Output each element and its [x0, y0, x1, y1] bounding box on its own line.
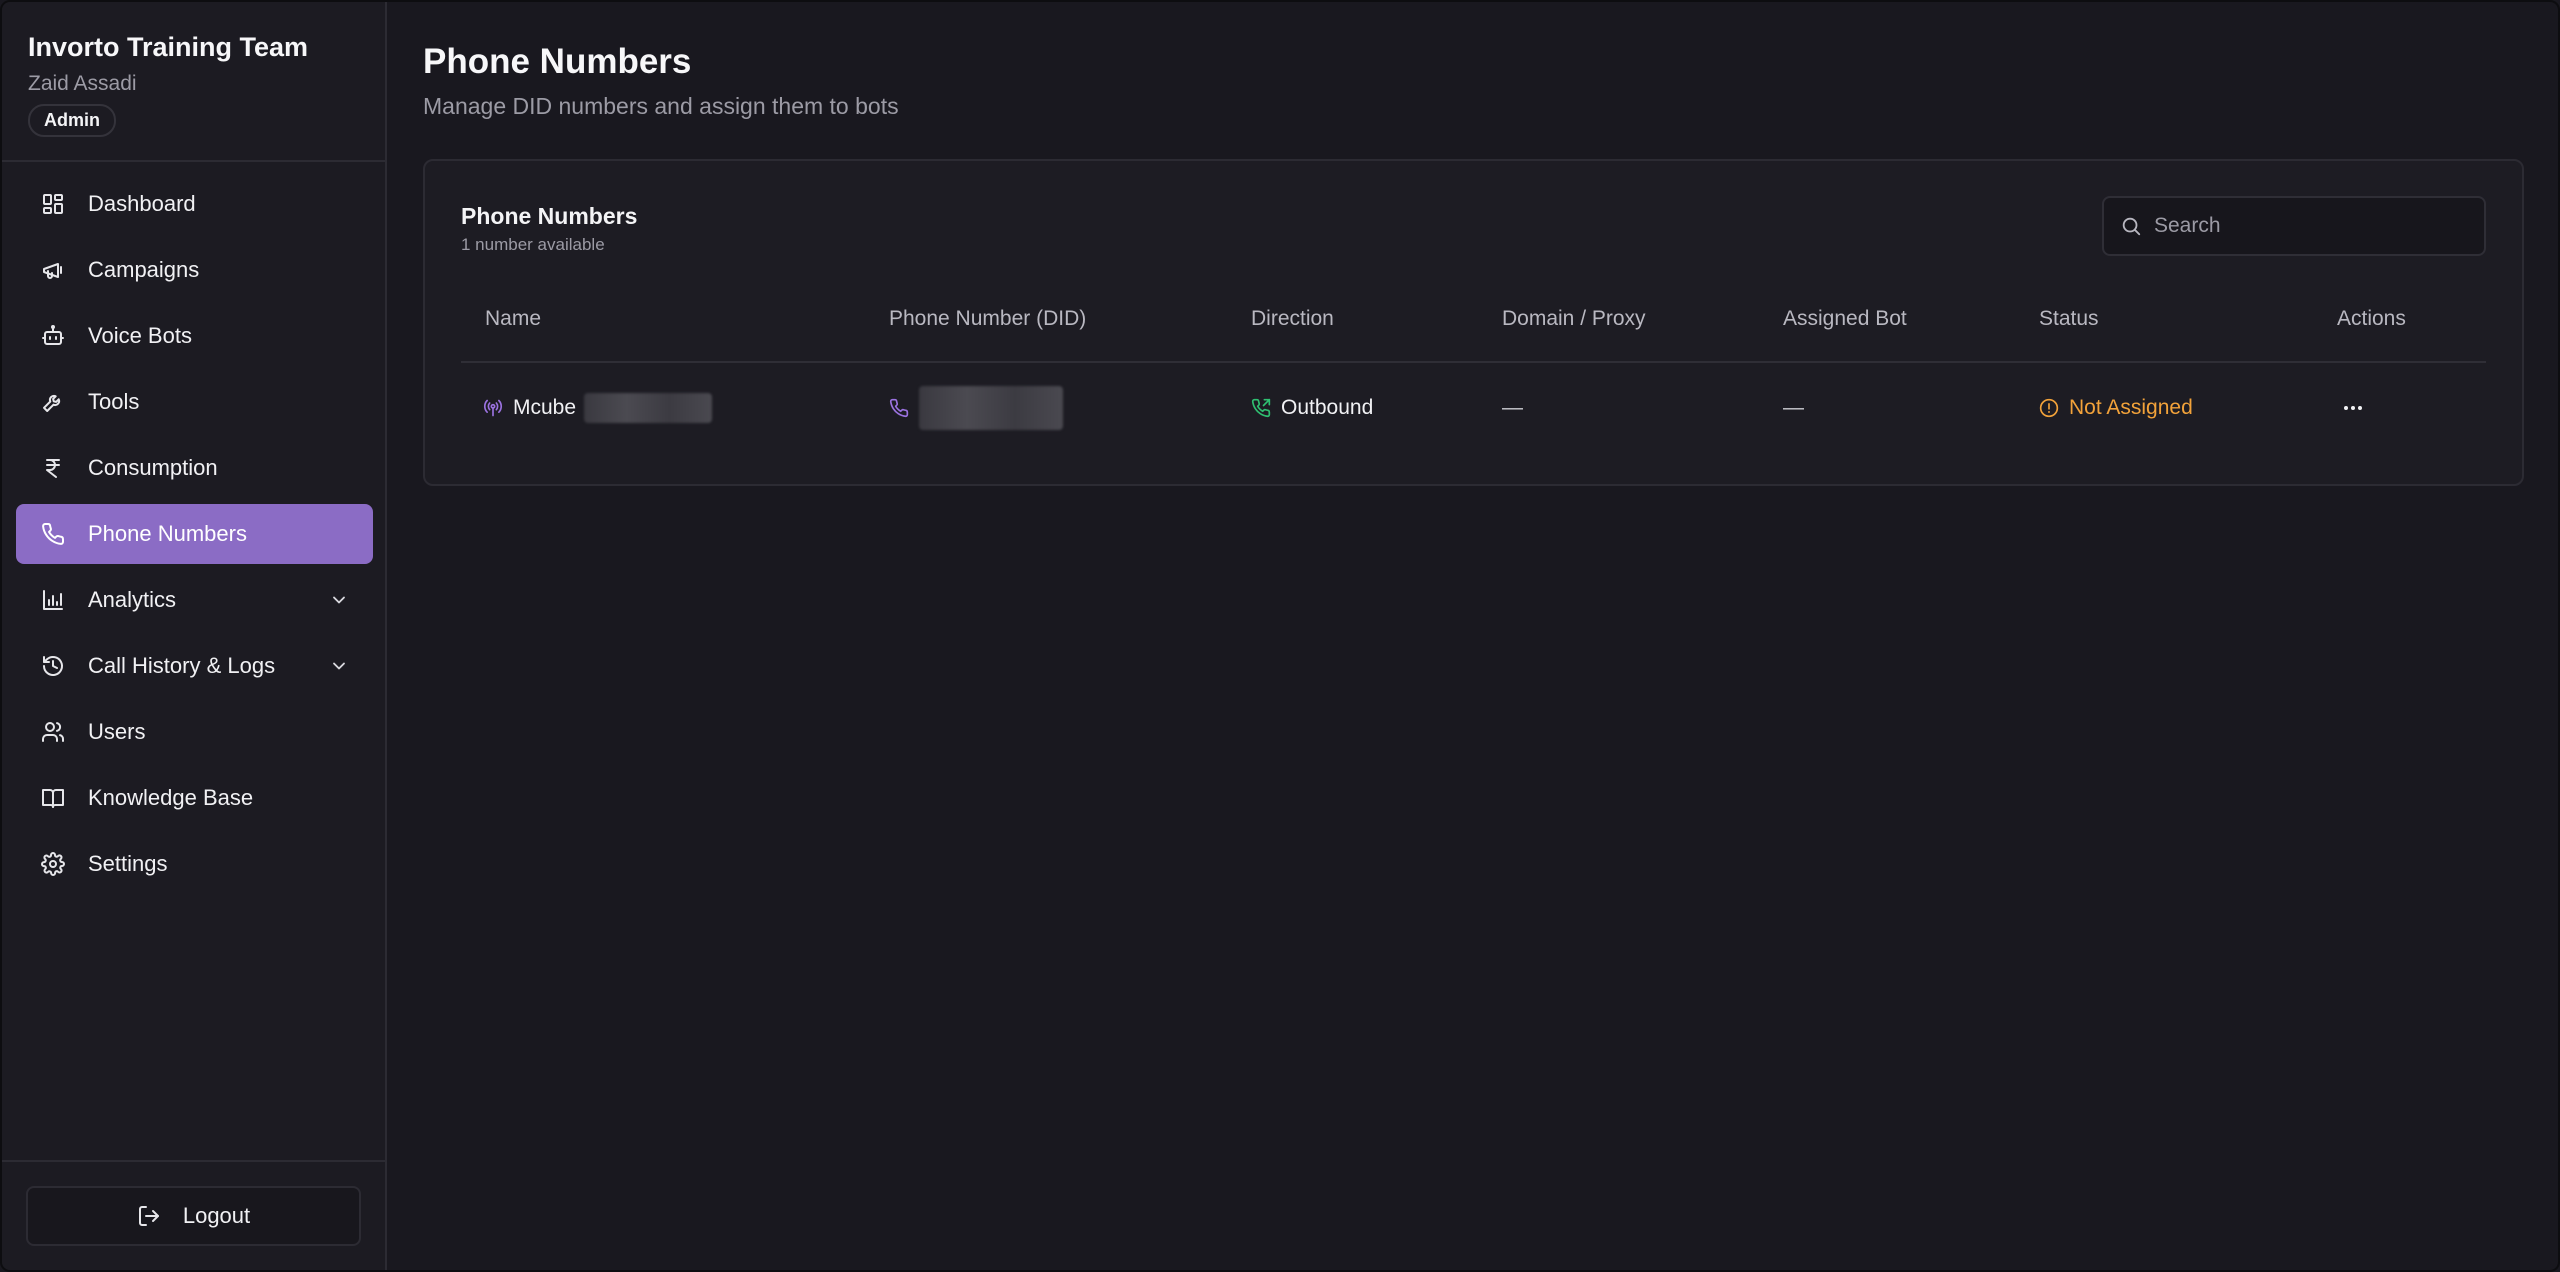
sidebar-item-label: Users [88, 719, 146, 744]
row-actions-button[interactable] [2341, 383, 2365, 433]
page-title: Phone Numbers [423, 42, 692, 81]
sidebar-item-knowledge-base[interactable]: Knowledge Base [16, 768, 373, 828]
sidebar-item-label: Voice Bots [88, 323, 192, 348]
sidebar-item-phone-numbers[interactable]: Phone Numbers [16, 504, 373, 564]
sidebar-item-label: Campaigns [88, 257, 200, 282]
app-window: Invorto Training Team Zaid Assadi Admin … [0, 0, 2560, 1272]
team-header: Invorto Training Team Zaid Assadi Admin [2, 2, 385, 162]
book-icon [40, 785, 66, 811]
column-header-status[interactable]: Status [2039, 303, 2099, 335]
column-header-assigned-bot[interactable]: Assigned Bot [1783, 303, 1907, 335]
card-subtitle: 1 number available [461, 235, 605, 254]
status-badge: Not Assigned [2069, 396, 2193, 419]
phone-numbers-card: Phone Numbers 1 number available Name Ph… [423, 159, 2524, 486]
sidebar-item-dashboard[interactable]: Dashboard [16, 174, 373, 234]
sidebar-item-label: Knowledge Base [88, 785, 254, 810]
cell-phone [889, 383, 1063, 433]
team-name: Invorto Training Team [28, 32, 309, 62]
column-header-domain[interactable]: Domain / Proxy [1502, 303, 1646, 335]
chevron-down-icon[interactable] [329, 590, 349, 610]
page-subtitle: Manage DID numbers and assign them to bo… [423, 93, 899, 119]
bot-icon [40, 323, 66, 349]
main-content: Phone Numbers Manage DID numbers and ass… [423, 2, 2558, 1270]
redacted-name [584, 393, 713, 423]
column-header-phone[interactable]: Phone Number (DID) [889, 303, 1086, 335]
column-header-actions: Actions [2337, 307, 2406, 330]
megaphone-icon [40, 257, 66, 283]
search-box [2102, 196, 2486, 256]
phone-icon [40, 521, 66, 547]
sidebar-item-users[interactable]: Users [16, 702, 373, 762]
sidebar-item-settings[interactable]: Settings [16, 834, 373, 894]
alert-circle-icon [2039, 398, 2059, 418]
table-header: Name Phone Number (DID) Direction Domain… [461, 303, 2486, 363]
sidebar-nav: Dashboard Campaigns Voice Bots Tools Con… [2, 162, 385, 894]
search-icon [2122, 217, 2141, 236]
logout-label: Logout [182, 1203, 251, 1228]
sidebar-item-campaigns[interactable]: Campaigns [16, 240, 373, 300]
card-title: Phone Numbers [461, 203, 638, 229]
rupee-icon [40, 455, 66, 481]
sidebar: Invorto Training Team Zaid Assadi Admin … [2, 2, 387, 1270]
sidebar-item-label: Tools [88, 389, 140, 414]
sidebar-item-label: Phone Numbers [88, 521, 247, 546]
more-horizontal-icon [2344, 406, 2362, 410]
outbound-call-icon [1251, 398, 1271, 418]
cell-direction: Outbound [1251, 383, 1373, 433]
sidebar-item-label: Analytics [88, 587, 177, 612]
logout-button[interactable]: Logout [26, 1186, 361, 1246]
role-badge: Admin [28, 104, 116, 137]
search-input[interactable] [2154, 214, 2484, 238]
history-icon [40, 653, 66, 679]
sidebar-item-label: Consumption [88, 455, 218, 480]
sidebar-item-label: Dashboard [88, 191, 196, 216]
bar-chart-icon [40, 587, 66, 613]
user-name: Zaid Assadi [28, 72, 137, 95]
phone-icon [889, 398, 909, 418]
gear-icon [40, 851, 66, 877]
phone-name: Mcube [513, 396, 577, 419]
cell-status: Not Assigned [2039, 383, 2193, 433]
cell-domain: — [1502, 396, 1523, 419]
sidebar-item-tools[interactable]: Tools [16, 372, 373, 432]
users-icon [40, 719, 66, 745]
sidebar-item-analytics[interactable]: Analytics [16, 570, 373, 630]
redacted-phone-number [919, 386, 1063, 430]
wrench-icon [40, 389, 66, 415]
chevron-down-icon[interactable] [329, 656, 349, 676]
column-header-direction[interactable]: Direction [1251, 303, 1334, 335]
cell-assigned-bot: — [1783, 396, 1804, 419]
sidebar-item-consumption[interactable]: Consumption [16, 438, 373, 498]
cell-name: Mcube [483, 383, 713, 433]
sidebar-item-voice-bots[interactable]: Voice Bots [16, 306, 373, 366]
sidebar-item-call-history[interactable]: Call History & Logs [16, 636, 373, 696]
table-row[interactable]: Mcube Outbound — — Not Assigned [461, 383, 2486, 439]
antenna-icon [483, 399, 503, 417]
column-header-name[interactable]: Name [485, 303, 541, 335]
direction-label: Outbound [1281, 396, 1374, 419]
sidebar-item-label: Settings [88, 851, 168, 876]
dashboard-icon [40, 191, 66, 217]
sidebar-item-label: Call History & Logs [88, 653, 276, 678]
sidebar-footer: Logout [2, 1160, 385, 1270]
logout-icon [138, 1206, 159, 1226]
